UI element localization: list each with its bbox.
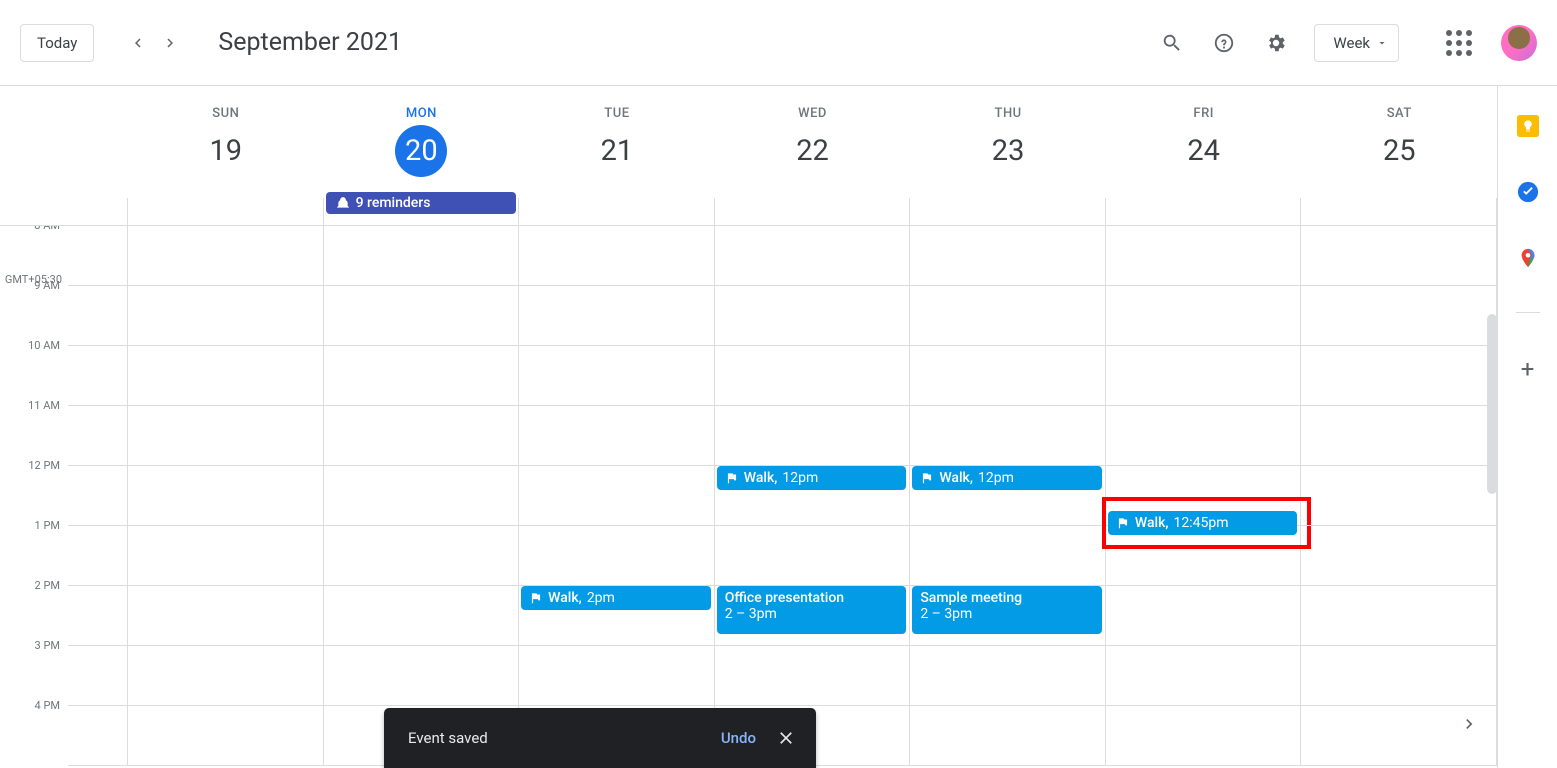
toast-close-button[interactable] bbox=[772, 724, 800, 752]
reminder-icon bbox=[336, 196, 350, 210]
calendar-event[interactable]: Walk,12pm bbox=[912, 466, 1102, 490]
apps-grid-icon bbox=[1446, 30, 1472, 56]
time-grid[interactable]: 8 AM 9 AM 10 AM 11 AM 12 PM 1 PM 2 PM 3 … bbox=[0, 226, 1497, 768]
settings-button[interactable] bbox=[1256, 23, 1296, 63]
reminders-chip[interactable]: 9 reminders bbox=[326, 192, 517, 214]
header: Today September 2021 Week bbox=[0, 0, 1557, 86]
side-panel-divider bbox=[1516, 312, 1540, 313]
day-column-wed[interactable]: Walk,12pm Office presentation2 – 3pm bbox=[715, 226, 911, 766]
gear-icon bbox=[1265, 32, 1287, 54]
keep-app-icon[interactable] bbox=[1516, 114, 1540, 138]
allday-cell-sun[interactable] bbox=[128, 198, 324, 225]
calendar-event[interactable]: Walk,12pm bbox=[717, 466, 907, 490]
allday-cell-tue[interactable] bbox=[519, 198, 715, 225]
calendar-event[interactable]: Sample meeting2 – 3pm bbox=[912, 586, 1102, 634]
next-week-button[interactable] bbox=[154, 27, 186, 59]
month-title: September 2021 bbox=[218, 28, 402, 57]
day-header-sun[interactable]: SUN19 bbox=[128, 86, 324, 198]
day-column-thu[interactable]: Walk,12pm Sample meeting2 – 3pm bbox=[910, 226, 1106, 766]
day-header-mon[interactable]: MON20 bbox=[324, 86, 520, 198]
allday-cell-fri[interactable] bbox=[1106, 198, 1302, 225]
google-apps-button[interactable] bbox=[1439, 23, 1479, 63]
account-avatar[interactable] bbox=[1501, 25, 1537, 61]
day-column-tue[interactable]: Walk,2pm bbox=[519, 226, 715, 766]
undo-button[interactable]: Undo bbox=[721, 729, 756, 747]
today-button[interactable]: Today bbox=[20, 24, 94, 62]
day-headers: GMT+05:30 SUN19 MON20 TUE21 WED22 THU23 … bbox=[0, 86, 1497, 198]
maps-app-icon[interactable] bbox=[1516, 246, 1540, 270]
day-header-sat[interactable]: SAT25 bbox=[1301, 86, 1497, 198]
calendar-event[interactable]: Walk,12:45pm bbox=[1108, 511, 1298, 535]
close-icon bbox=[776, 728, 796, 748]
add-addon-button[interactable]: + bbox=[1521, 355, 1535, 383]
help-button[interactable] bbox=[1204, 23, 1244, 63]
allday-row: 9 reminders bbox=[0, 198, 1497, 226]
reminders-label: 9 reminders bbox=[356, 195, 431, 211]
calendar-event[interactable]: Office presentation2 – 3pm bbox=[717, 586, 907, 634]
day-column-sun[interactable] bbox=[128, 226, 324, 766]
time-column: 8 AM 9 AM 10 AM 11 AM 12 PM 1 PM 2 PM 3 … bbox=[0, 226, 68, 766]
tasks-app-icon[interactable] bbox=[1516, 180, 1540, 204]
toast-message: Event saved bbox=[408, 729, 721, 747]
day-column-sat[interactable] bbox=[1301, 226, 1497, 766]
day-header-wed[interactable]: WED22 bbox=[715, 86, 911, 198]
day-header-fri[interactable]: FRI24 bbox=[1106, 86, 1302, 198]
day-column-mon[interactable] bbox=[324, 226, 520, 766]
day-column-fri[interactable]: Walk,12:45pm bbox=[1106, 226, 1302, 766]
scrollbar-thumb[interactable] bbox=[1487, 314, 1497, 494]
calendar-event[interactable]: Walk,2pm bbox=[521, 586, 711, 610]
view-selector[interactable]: Week bbox=[1314, 24, 1399, 62]
caret-down-icon bbox=[1376, 37, 1388, 49]
search-button[interactable] bbox=[1152, 23, 1192, 63]
view-label: Week bbox=[1333, 34, 1370, 52]
show-side-panel-button[interactable] bbox=[1459, 714, 1479, 740]
allday-cell-wed[interactable] bbox=[715, 198, 911, 225]
allday-cell-sat[interactable] bbox=[1301, 198, 1497, 225]
chevron-right-icon bbox=[161, 34, 179, 52]
side-panel: + bbox=[1497, 86, 1557, 768]
help-icon bbox=[1213, 32, 1235, 54]
allday-cell-mon[interactable]: 9 reminders bbox=[324, 198, 520, 225]
chevron-left-icon bbox=[129, 34, 147, 52]
allday-cell-thu[interactable] bbox=[910, 198, 1106, 225]
prev-week-button[interactable] bbox=[122, 27, 154, 59]
calendar-area: GMT+05:30 SUN19 MON20 TUE21 WED22 THU23 … bbox=[0, 86, 1497, 768]
chevron-right-icon bbox=[1459, 714, 1479, 734]
toast-notification: Event saved Undo bbox=[384, 708, 816, 768]
day-header-tue[interactable]: TUE21 bbox=[519, 86, 715, 198]
search-icon bbox=[1161, 32, 1183, 54]
day-header-thu[interactable]: THU23 bbox=[910, 86, 1106, 198]
